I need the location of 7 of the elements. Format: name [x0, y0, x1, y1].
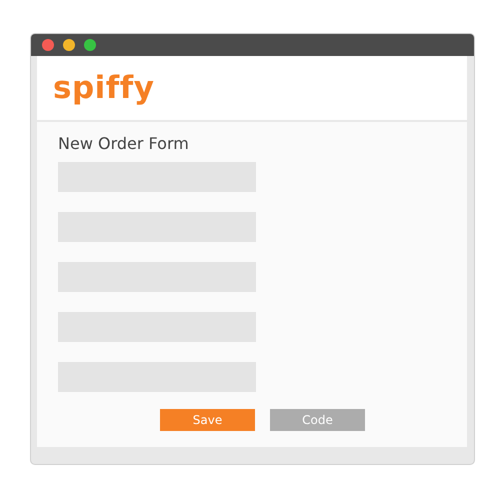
close-button[interactable] — [42, 39, 54, 51]
form-title: New Order Form — [58, 134, 190, 153]
code-button[interactable]: Code — [270, 409, 365, 431]
logo: spiffy — [53, 70, 154, 106]
maximize-button[interactable] — [84, 39, 96, 51]
minimize-button[interactable] — [63, 39, 75, 51]
save-button[interactable]: Save — [160, 409, 255, 431]
